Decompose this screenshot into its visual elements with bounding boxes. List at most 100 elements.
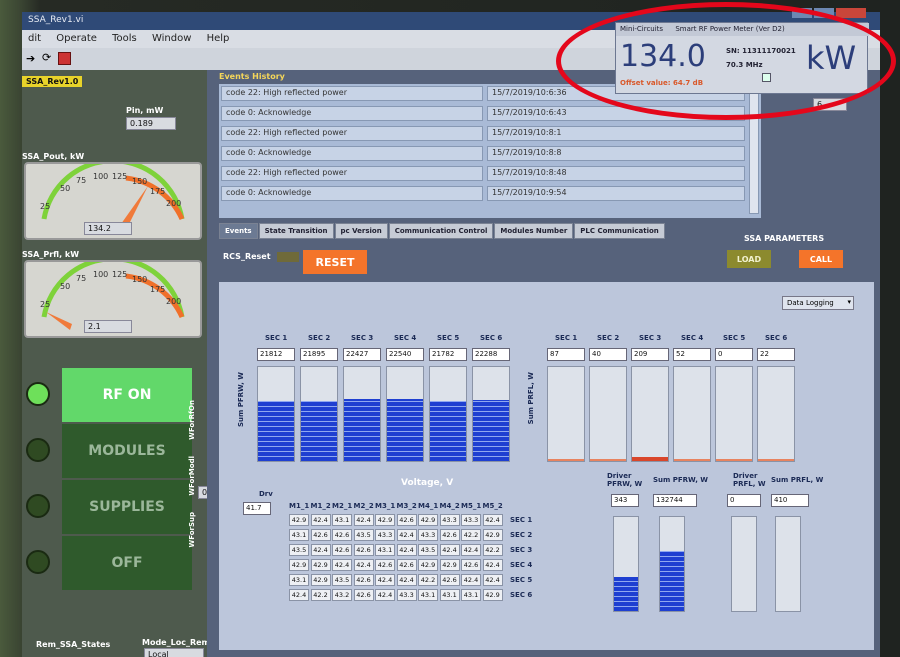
left-panel: SSA_Rev1.0 Pin, mW 0.189 SSA_Pout, kW 25… bbox=[22, 70, 212, 657]
supplies-button[interactable]: SUPPLIES bbox=[62, 480, 192, 534]
driver-prfl-bar bbox=[731, 516, 757, 612]
voltage-cell: 42.6 bbox=[310, 529, 331, 541]
call-button[interactable]: CALL bbox=[799, 250, 843, 268]
prfl-tick-label: 125 bbox=[112, 270, 127, 279]
abort-icon[interactable] bbox=[58, 52, 71, 65]
pfrw-bar-fill bbox=[301, 401, 337, 461]
rem-states-label: Rem_SSA_States bbox=[36, 640, 111, 649]
prfl-bar bbox=[589, 366, 627, 462]
prfl-tick-label: 25 bbox=[40, 300, 50, 309]
pout-tick-label: 25 bbox=[40, 202, 50, 211]
rf-on-button[interactable]: RF ON bbox=[62, 368, 192, 422]
tab-communication-control[interactable]: Communication Control bbox=[388, 223, 494, 239]
load-button[interactable]: LOAD bbox=[727, 250, 771, 268]
voltage-cell: 42.2 bbox=[418, 574, 438, 586]
prfl-bar-fill bbox=[548, 459, 584, 461]
sum-prfl-value: 410 bbox=[771, 494, 809, 507]
voltage-cell: 42.9 bbox=[418, 559, 438, 571]
pfrw-bar-fill bbox=[430, 401, 466, 461]
reset-button[interactable]: RESET bbox=[303, 250, 367, 274]
voltage-cell: 42.9 bbox=[375, 514, 395, 526]
prfl-gauge-needle bbox=[46, 312, 72, 330]
pfrw-bar-fill bbox=[258, 401, 294, 461]
pfrw-sec-value: 21895 bbox=[300, 348, 338, 361]
pfrw-sec-value: 22427 bbox=[343, 348, 381, 361]
pfrw-bar bbox=[343, 366, 381, 462]
data-logging-dropdown[interactable]: Data Logging ▾ bbox=[782, 296, 854, 310]
modules-led-icon bbox=[26, 438, 50, 462]
menu-window[interactable]: Window bbox=[146, 30, 197, 47]
prfl-bar bbox=[631, 366, 669, 462]
wait-modules-label: WForModl bbox=[188, 456, 196, 496]
voltage-cell: 43.1 bbox=[289, 574, 309, 586]
pout-tick-label: 75 bbox=[76, 176, 86, 185]
voltage-cell: 42.9 bbox=[289, 559, 309, 571]
menu-tools[interactable]: Tools bbox=[106, 30, 143, 47]
run-continuous-icon[interactable]: ⟳ bbox=[42, 51, 51, 64]
voltage-cell: 43.5 bbox=[332, 574, 352, 586]
voltage-cell: 43.1 bbox=[375, 544, 395, 556]
voltage-cell: 42.6 bbox=[375, 559, 395, 571]
prfl-gauge: 25 50 75 100 125 150 175 200 2.1 bbox=[24, 256, 202, 338]
main-panel: Events History code 22: High reflected p… bbox=[207, 70, 880, 657]
driver-prfl-label: Driver PRFL, W bbox=[733, 472, 766, 488]
voltage-cell: 42.4 bbox=[353, 559, 374, 571]
voltage-cell: 42.4 bbox=[396, 574, 417, 586]
pfrw-bar-fill bbox=[473, 400, 509, 461]
voltage-cell: 43.1 bbox=[418, 589, 438, 601]
pfrw-bar bbox=[300, 366, 338, 462]
voltage-cell: 42.4 bbox=[396, 529, 417, 541]
pfrw-sec-header: SEC 5 bbox=[437, 334, 460, 342]
voltage-col-header: M5_2 bbox=[482, 502, 503, 510]
prfl-sec-header: SEC 1 bbox=[555, 334, 578, 342]
prfl-bar bbox=[715, 366, 753, 462]
pfrw-sec-header: SEC 6 bbox=[480, 334, 503, 342]
voltage-cell: 42.9 bbox=[482, 529, 503, 541]
voltage-cell: 43.3 bbox=[396, 589, 417, 601]
voltage-cell: 43.1 bbox=[439, 589, 460, 601]
off-button[interactable]: OFF bbox=[62, 536, 192, 590]
prfl-sec-value: 52 bbox=[673, 348, 711, 361]
voltage-row-header: SEC 4 bbox=[510, 561, 533, 569]
driver-pfrw-value: 343 bbox=[611, 494, 639, 507]
voltage-cell: 42.9 bbox=[439, 559, 460, 571]
prfl-axis-label: Sum PRFL, W bbox=[527, 372, 535, 425]
mode-value[interactable]: Local bbox=[144, 648, 204, 657]
tab-pc-version[interactable]: pc Version bbox=[334, 223, 388, 239]
sum-prfl-label: Sum PRFL, W bbox=[771, 476, 824, 484]
pfrw-bar-fill bbox=[344, 399, 380, 461]
chevron-down-icon: ▾ bbox=[847, 298, 851, 306]
voltage-col-header: M4_2 bbox=[439, 502, 460, 510]
voltage-col-header: M3_1 bbox=[375, 502, 396, 510]
voltage-cell: 42.6 bbox=[439, 529, 460, 541]
menu-help[interactable]: Help bbox=[201, 30, 236, 47]
rcs-reset-led-icon bbox=[277, 252, 299, 262]
voltage-cell: 43.5 bbox=[353, 529, 374, 541]
voltage-cell: 42.2 bbox=[461, 529, 481, 541]
event-message: code 0: Acknowledge bbox=[221, 186, 483, 201]
modules-button[interactable]: MODULES bbox=[62, 424, 192, 478]
prfl-sec-header: SEC 5 bbox=[723, 334, 746, 342]
prfl-sec-value: 209 bbox=[631, 348, 669, 361]
pfrw-sec-header: SEC 2 bbox=[308, 334, 331, 342]
tab-events[interactable]: Events bbox=[219, 223, 258, 239]
mode-label: Mode_Loc_Rem bbox=[142, 638, 210, 647]
voltage-cell: 42.6 bbox=[461, 559, 481, 571]
prfl-tick-label: 50 bbox=[60, 282, 70, 291]
tab-plc-communication[interactable]: PLC Communication bbox=[574, 223, 665, 239]
voltage-cell: 43.3 bbox=[418, 529, 438, 541]
event-time: 15/7/2019/10:8:8 bbox=[487, 146, 745, 161]
tab-state-transition[interactable]: State Transition bbox=[258, 223, 334, 239]
pin-label: Pin, mW bbox=[126, 106, 164, 115]
menu-operate[interactable]: Operate bbox=[50, 30, 103, 47]
pfrw-axis-label: Sum PFRW, W bbox=[237, 372, 245, 428]
voltage-row-header: SEC 1 bbox=[510, 516, 533, 524]
run-arrow-icon[interactable]: ➔ bbox=[26, 52, 35, 65]
pfrw-sec-value: 21782 bbox=[429, 348, 467, 361]
voltage-cell: 43.3 bbox=[375, 529, 395, 541]
menu-edit[interactable]: dit bbox=[22, 30, 47, 47]
prfl-bar-fill bbox=[716, 459, 752, 461]
drv-label: Drv bbox=[259, 490, 273, 498]
tab-modules-number[interactable]: Modules Number bbox=[494, 223, 574, 239]
voltage-cell: 42.4 bbox=[482, 574, 503, 586]
